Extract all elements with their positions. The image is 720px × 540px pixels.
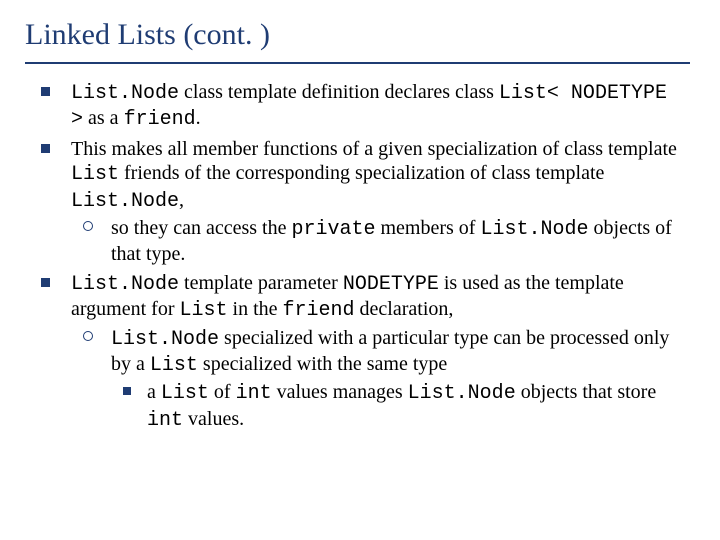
body-text: friends of the corresponding specializat… — [119, 162, 604, 184]
code-text: NODETYPE — [343, 273, 439, 296]
slide: Linked Lists (cont. ) List.Node class te… — [0, 0, 720, 540]
bullet-item: so they can access the private members o… — [77, 216, 690, 267]
code-text: List.Node — [480, 218, 588, 241]
code-text: List.Node — [71, 190, 179, 213]
bullet-item: a List of int values manages List.Node o… — [117, 380, 690, 433]
code-text: List.Node — [71, 273, 179, 296]
code-text: friend — [124, 108, 196, 131]
code-text: friend — [283, 299, 355, 322]
code-text: int — [147, 409, 183, 432]
title-underline — [25, 62, 690, 64]
body-text: objects that store — [516, 381, 657, 403]
body-text: in the — [228, 298, 283, 320]
slide-title: Linked Lists (cont. ) — [25, 18, 690, 56]
slide-content: List.Node class template definition decl… — [25, 80, 690, 433]
body-text: template parameter — [179, 272, 343, 294]
body-text: so they can access the — [111, 217, 291, 239]
code-text: List — [71, 163, 119, 186]
bullet-list-level2: List.Node specialized with a particular … — [71, 326, 690, 434]
body-text: values manages — [272, 381, 408, 403]
body-text: . — [196, 107, 201, 129]
body-text: , — [179, 189, 184, 211]
code-text: List — [150, 354, 198, 377]
code-text: int — [236, 382, 272, 405]
body-text: values. — [183, 408, 244, 430]
bullet-list-level1: List.Node class template definition decl… — [25, 80, 690, 433]
code-text: List.Node — [71, 82, 179, 105]
code-text: List.Node — [111, 328, 219, 351]
body-text: class template definition declares class — [179, 81, 499, 103]
bullet-list-level3: a List of int values manages List.Node o… — [111, 380, 690, 433]
bullet-item: List.Node specialized with a particular … — [77, 326, 690, 434]
code-text: List.Node — [408, 382, 516, 405]
body-text: as a — [83, 107, 124, 129]
body-text: specialized with the same type — [198, 353, 447, 375]
bullet-list-level2: so they can access the private members o… — [71, 216, 690, 267]
code-text: List — [161, 382, 209, 405]
body-text: members of — [376, 217, 481, 239]
bullet-item: List.Node class template definition decl… — [35, 80, 690, 133]
code-text: List — [180, 299, 228, 322]
body-text: declaration, — [355, 298, 454, 320]
bullet-item: This makes all member functions of a giv… — [35, 137, 690, 267]
bullet-item: List.Node template parameter NODETYPE is… — [35, 271, 690, 433]
body-text: This makes all member functions of a giv… — [71, 138, 677, 160]
body-text: of — [209, 381, 236, 403]
code-text: private — [291, 218, 375, 241]
body-text: a — [147, 381, 161, 403]
